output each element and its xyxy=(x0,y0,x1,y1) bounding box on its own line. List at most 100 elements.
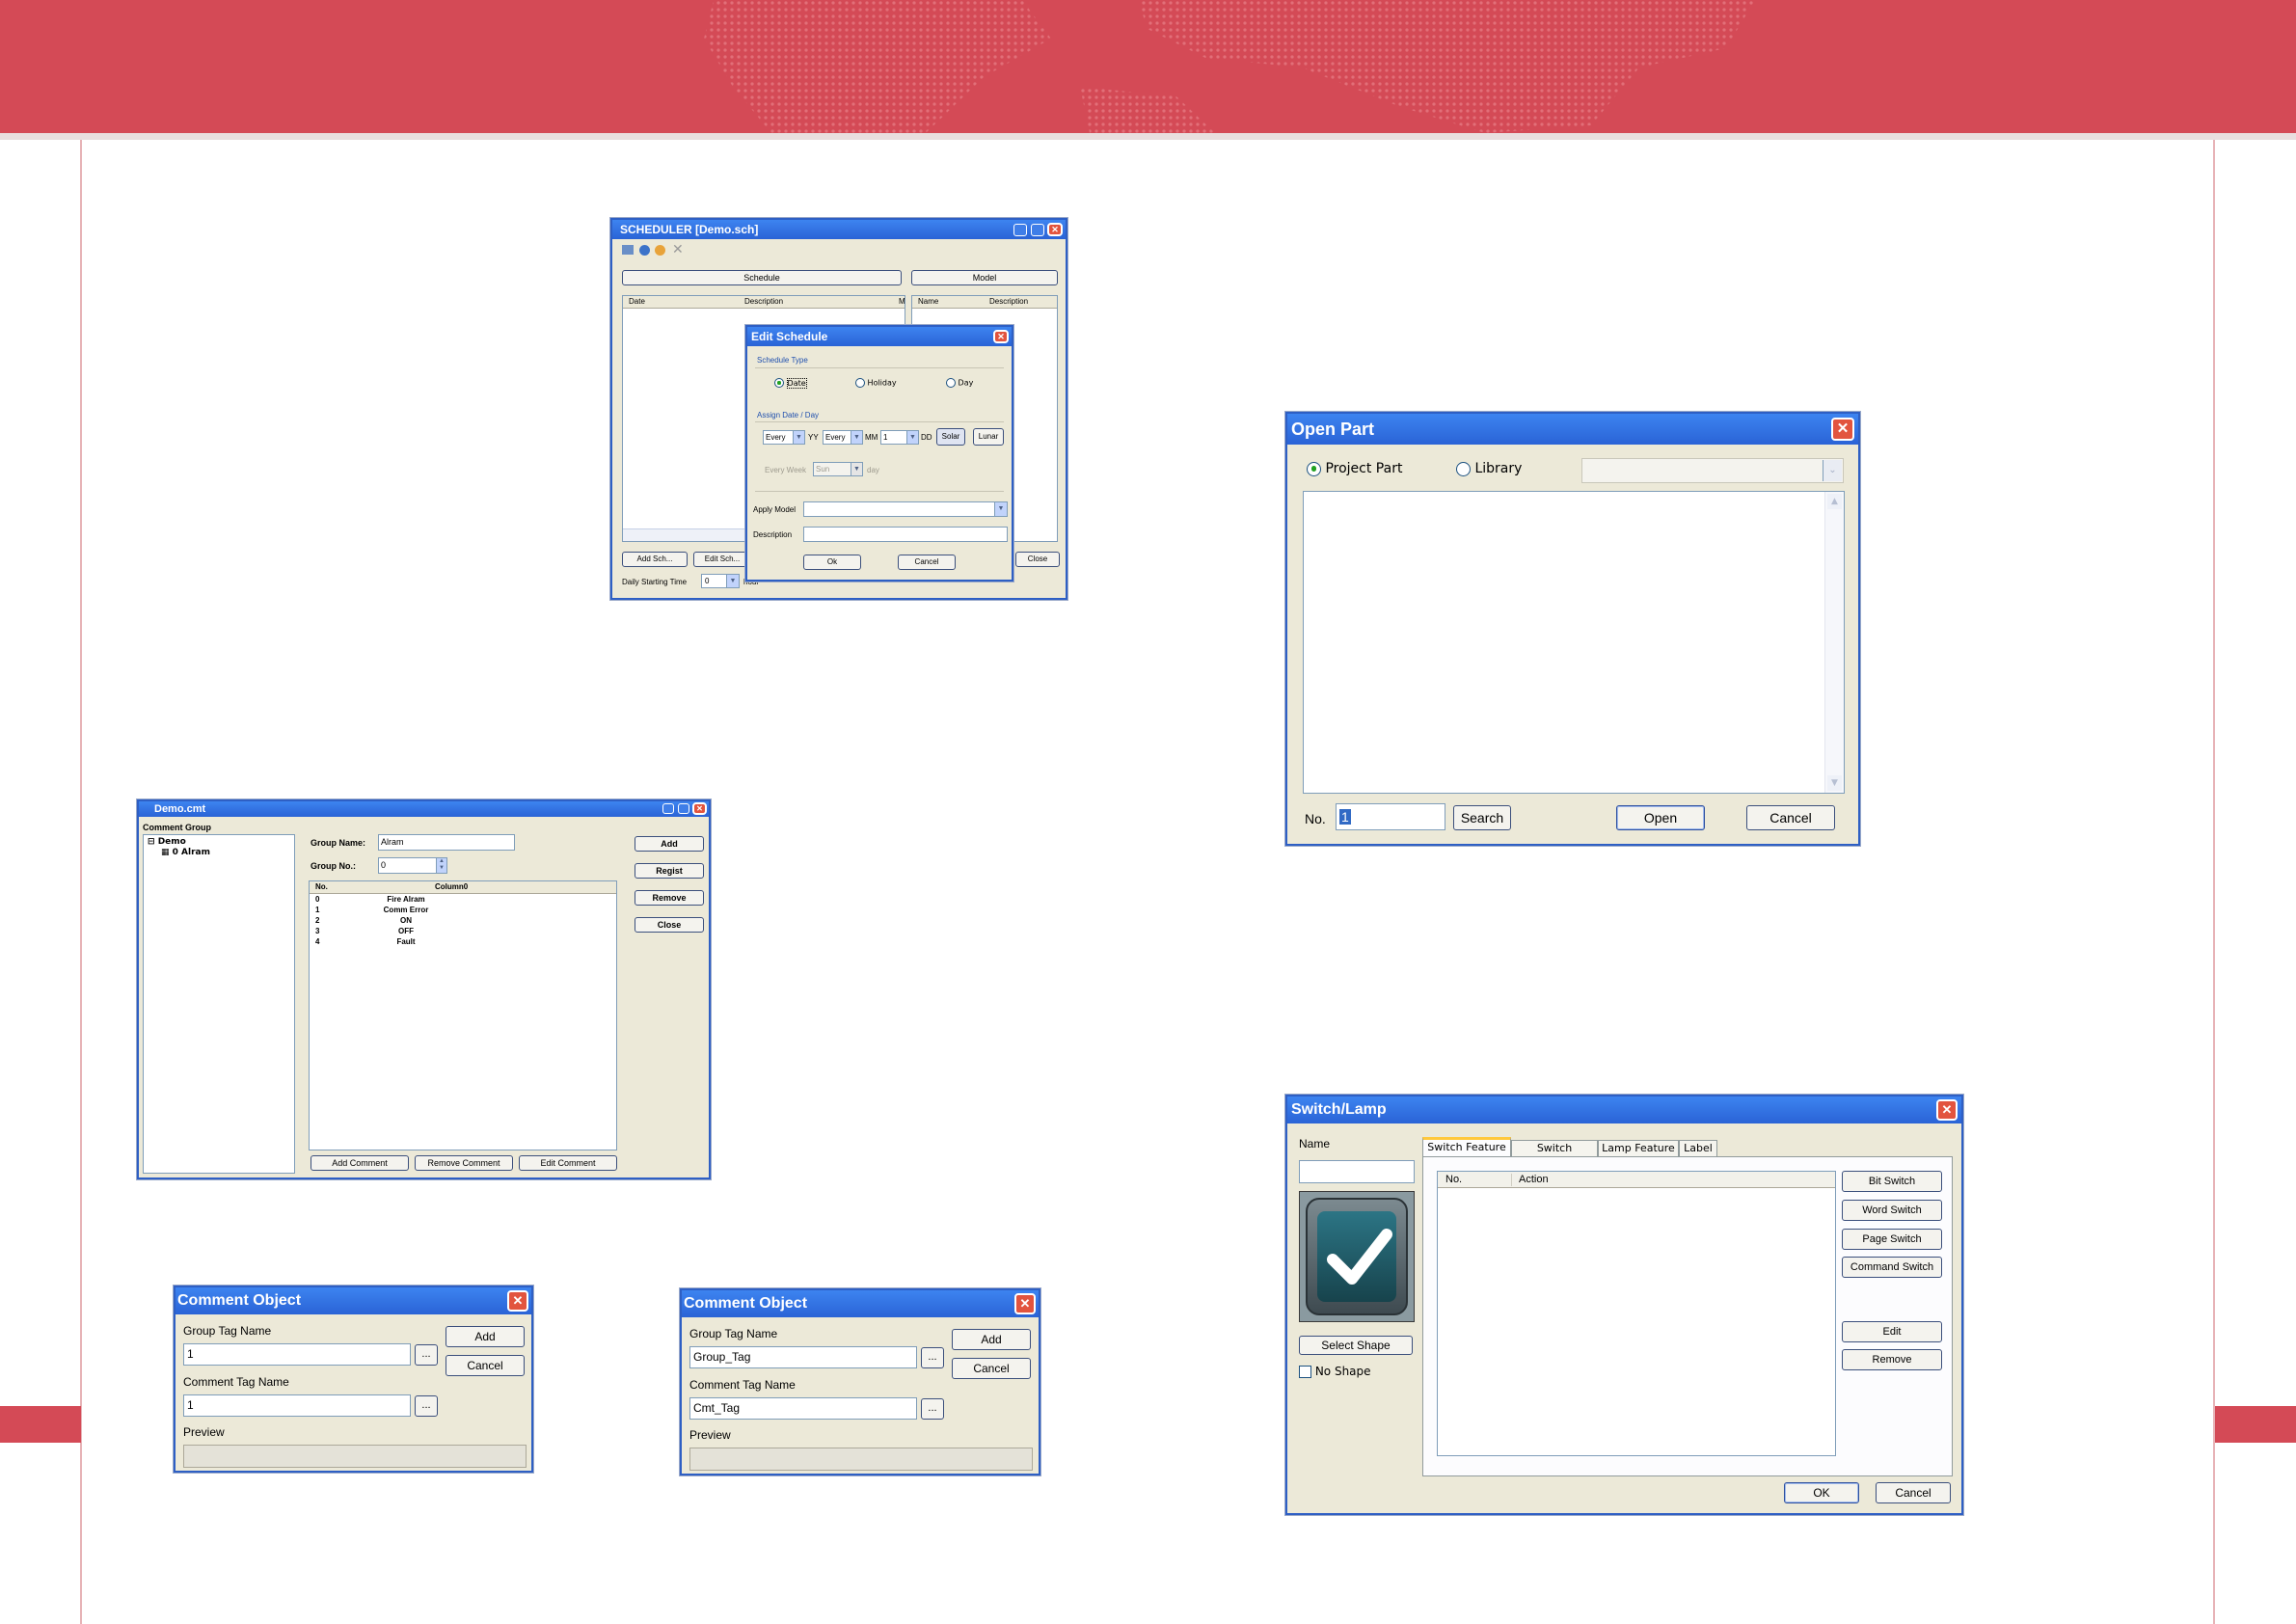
tree-child[interactable]: ▦ 0 Alram xyxy=(161,848,210,857)
day-select[interactable]: 1 ▼ xyxy=(880,430,919,445)
part-no-input[interactable]: 1 xyxy=(1336,803,1445,830)
name-input[interactable] xyxy=(1299,1160,1415,1183)
cancel-button[interactable]: Cancel xyxy=(952,1358,1031,1379)
chevron-down-icon[interactable]: ▼ xyxy=(906,431,918,444)
cancel-button[interactable]: Cancel xyxy=(1746,805,1835,830)
comment-group-tree[interactable]: ⊟ Demo ▦ 0 Alram xyxy=(143,834,295,1174)
add-button[interactable]: Add xyxy=(952,1329,1031,1350)
month-select[interactable]: Every ▼ xyxy=(823,430,863,445)
chevron-down-icon[interactable]: ▼ xyxy=(793,431,804,444)
add-button[interactable]: Add xyxy=(446,1326,525,1347)
group-name-input[interactable]: Alram xyxy=(378,834,515,851)
vertical-scrollbar[interactable]: ▲ ▼ xyxy=(1824,492,1844,793)
group-tag-browse-button[interactable]: ... xyxy=(921,1347,944,1368)
group-tag-input[interactable]: 1 xyxy=(183,1343,411,1366)
add-button[interactable]: Add xyxy=(635,836,704,852)
radio-date[interactable]: Date xyxy=(774,377,807,389)
checkbox-icon[interactable] xyxy=(1299,1366,1311,1378)
chevron-down-icon[interactable]: ▼ xyxy=(726,575,739,587)
lunar-button[interactable]: Lunar xyxy=(973,428,1004,446)
chevron-down-icon[interactable]: ▼ xyxy=(851,463,862,475)
group-tag-browse-button[interactable]: ... xyxy=(415,1344,438,1366)
command-switch-button[interactable]: Command Switch xyxy=(1842,1257,1942,1278)
ok-button[interactable]: Ok xyxy=(803,555,861,570)
toolbar-delete-icon[interactable]: ✕ xyxy=(672,242,684,257)
scroll-up-icon[interactable]: ▲ xyxy=(1827,494,1842,509)
open-button[interactable]: Open xyxy=(1616,805,1705,830)
ok-button[interactable]: OK xyxy=(1784,1482,1859,1503)
table-row[interactable]: 0 Fire Alram xyxy=(310,895,616,906)
close-icon[interactable]: ✕ xyxy=(1831,418,1854,441)
library-select[interactable]: ⌄ xyxy=(1581,458,1844,483)
action-list[interactable]: No. Action xyxy=(1437,1171,1836,1456)
table-row[interactable]: 2 ON xyxy=(310,916,616,927)
solar-button[interactable]: Solar xyxy=(936,428,965,446)
scheduler-close-button[interactable]: Close xyxy=(1015,552,1060,567)
comment-tag-browse-button[interactable]: ... xyxy=(415,1395,438,1417)
word-switch-button[interactable]: Word Switch xyxy=(1842,1200,1942,1221)
close-icon[interactable]: ✕ xyxy=(993,330,1009,343)
close-button[interactable]: Close xyxy=(635,917,704,933)
tab-switch-feature[interactable]: Switch Feature xyxy=(1422,1137,1511,1157)
comment-tag-input[interactable]: Cmt_Tag xyxy=(689,1397,917,1420)
year-select[interactable]: Every ▼ xyxy=(763,430,805,445)
close-icon[interactable]: ✕ xyxy=(1936,1099,1958,1121)
remove-comment-button[interactable]: Remove Comment xyxy=(415,1155,513,1171)
tab-label[interactable]: Label xyxy=(1679,1140,1717,1157)
remove-button[interactable]: Remove xyxy=(635,890,704,906)
toolbar-model-icon[interactable] xyxy=(655,245,665,256)
group-no-stepper[interactable]: 0 ▲ ▼ xyxy=(378,857,447,874)
close-icon[interactable]: ✕ xyxy=(692,802,707,815)
tab-lamp-feature[interactable]: Lamp Feature xyxy=(1598,1140,1679,1157)
chevron-down-icon[interactable]: ⌄ xyxy=(1823,460,1842,481)
maximize-icon[interactable] xyxy=(1031,224,1044,236)
add-schedule-button[interactable]: Add Sch... xyxy=(622,552,688,567)
regist-button[interactable]: Regist xyxy=(635,863,704,879)
radio-project-part[interactable]: Project Part xyxy=(1307,461,1402,476)
comment-tag-browse-button[interactable]: ... xyxy=(921,1398,944,1420)
remove-button[interactable]: Remove xyxy=(1842,1349,1942,1370)
tab-switch-common[interactable]: Switch Common xyxy=(1511,1140,1598,1170)
bit-switch-button[interactable]: Bit Switch xyxy=(1842,1171,1942,1192)
close-icon[interactable]: ✕ xyxy=(1047,223,1063,236)
table-row[interactable]: 1 Comm Error xyxy=(310,906,616,916)
table-row[interactable]: 4 Fault xyxy=(310,937,616,948)
radio-library[interactable]: Library xyxy=(1456,461,1522,476)
radio-holiday[interactable]: Holiday xyxy=(855,378,897,388)
close-icon[interactable]: ✕ xyxy=(1014,1293,1036,1314)
page-switch-button[interactable]: Page Switch xyxy=(1842,1229,1942,1250)
edit-schedule-button[interactable]: Edit Sch... xyxy=(693,552,751,567)
tab-model[interactable]: Model xyxy=(911,270,1058,285)
cancel-button[interactable]: Cancel xyxy=(1876,1482,1951,1503)
edit-button[interactable]: Edit xyxy=(1842,1321,1942,1342)
group-tag-input[interactable]: Group_Tag xyxy=(689,1346,917,1368)
description-input[interactable] xyxy=(803,527,1008,542)
add-comment-button[interactable]: Add Comment xyxy=(311,1155,409,1171)
spinner-icon[interactable]: ▲ ▼ xyxy=(436,858,446,873)
toolbar-globe-icon[interactable] xyxy=(639,245,650,256)
chevron-down-icon[interactable]: ▼ xyxy=(851,431,862,444)
daily-start-select[interactable]: 0 ▼ xyxy=(701,574,740,588)
toolbar-calendar-icon[interactable] xyxy=(622,245,634,255)
scroll-down-icon[interactable]: ▼ xyxy=(1827,775,1842,791)
search-button[interactable]: Search xyxy=(1453,805,1511,830)
radio-day[interactable]: Day xyxy=(946,378,973,388)
table-row[interactable]: 3 OFF xyxy=(310,927,616,937)
part-list[interactable]: ▲ ▼ xyxy=(1303,491,1845,794)
cancel-button[interactable]: Cancel xyxy=(898,555,956,570)
maximize-icon[interactable] xyxy=(678,803,689,814)
minimize-icon[interactable] xyxy=(1013,224,1027,236)
comment-tag-input[interactable]: 1 xyxy=(183,1394,411,1417)
comment-table[interactable]: No. Column0 0 Fire Alram 1 Comm Error 2 ON 3 OF… xyxy=(309,880,617,1150)
select-shape-button[interactable]: Select Shape xyxy=(1299,1336,1413,1355)
apply-model-select[interactable]: ▼ xyxy=(803,501,1008,517)
cancel-button[interactable]: Cancel xyxy=(446,1355,525,1376)
tab-schedule[interactable]: Schedule xyxy=(622,270,902,285)
no-shape-checkbox[interactable]: No Shape xyxy=(1299,1365,1371,1378)
minimize-icon[interactable] xyxy=(662,803,674,814)
chevron-down-icon[interactable]: ▼ xyxy=(994,502,1007,516)
edit-comment-button[interactable]: Edit Comment xyxy=(519,1155,617,1171)
close-icon[interactable]: ✕ xyxy=(507,1290,528,1312)
tree-root[interactable]: ⊟ Demo xyxy=(148,837,186,847)
week-select[interactable]: Sun ▼ xyxy=(813,462,863,476)
